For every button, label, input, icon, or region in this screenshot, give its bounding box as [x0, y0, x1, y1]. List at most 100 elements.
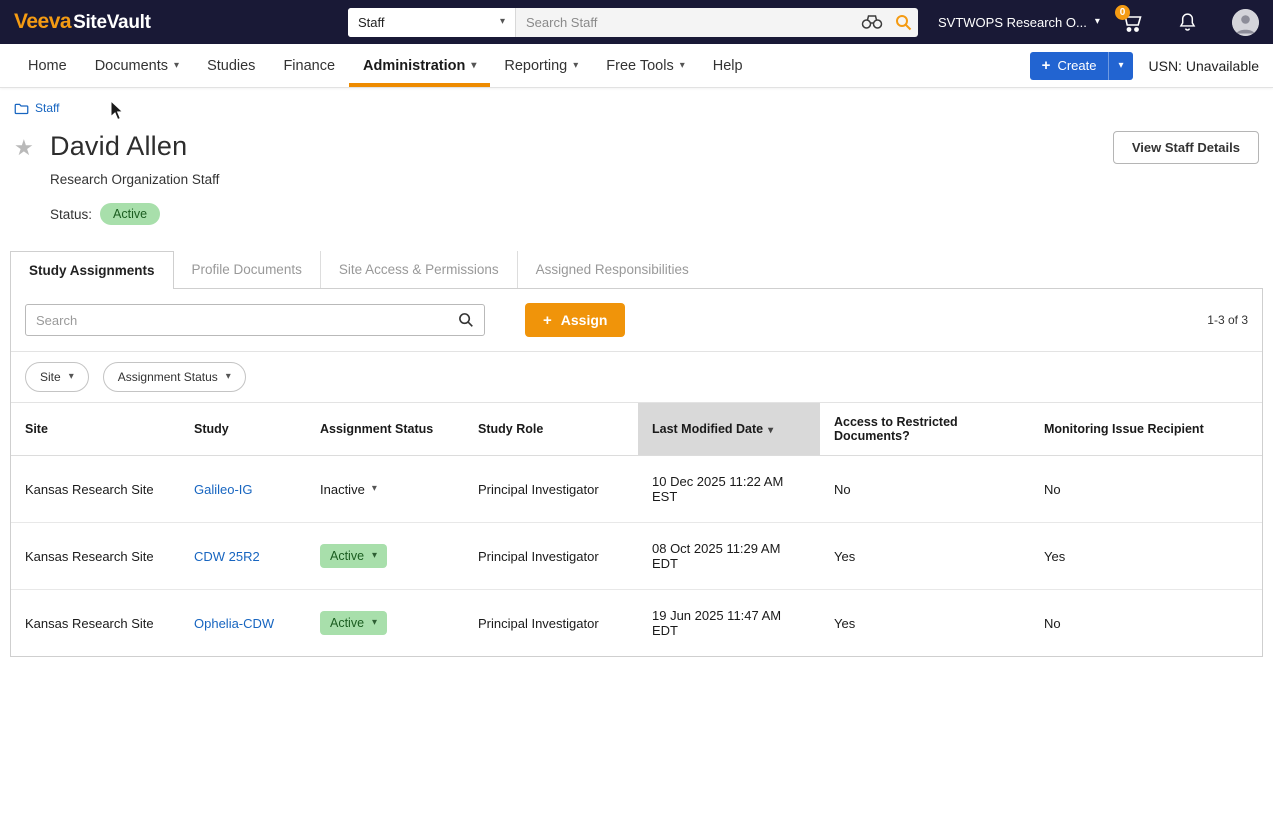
breadcrumb: Staff	[0, 88, 1273, 115]
nav-item-label: Home	[28, 58, 67, 74]
search-scope-value: Staff	[358, 15, 385, 30]
filter-site[interactable]: Site ▾	[25, 362, 89, 392]
column-header-study-role[interactable]: Study Role	[464, 403, 638, 456]
chevron-down-icon: ▾	[372, 618, 377, 628]
chevron-down-icon: ▾	[372, 484, 377, 494]
binoculars-icon[interactable]	[855, 14, 889, 30]
nav-item-reporting[interactable]: Reporting ▾	[490, 44, 592, 87]
cell-study-role: Principal Investigator	[464, 590, 638, 657]
status-dropdown[interactable]: Active ▾	[320, 611, 387, 635]
nav-item-help[interactable]: Help	[699, 44, 757, 87]
study-assignments-panel: + Assign 1-3 of 3 Site ▾ Assignment Stat…	[10, 288, 1263, 657]
column-header-assignment-status[interactable]: Assignment Status	[306, 403, 464, 456]
table-row: Kansas Research Site Ophelia-CDW Active …	[11, 590, 1262, 657]
nav-item-label: Documents	[95, 58, 168, 74]
study-link[interactable]: Ophelia-CDW	[194, 616, 274, 631]
main-nav: Home Documents ▾ Studies Finance Adminis…	[0, 44, 1273, 88]
page-header-text: David Allen Research Organization Staff	[50, 131, 219, 187]
tab-assigned-responsibilities[interactable]: Assigned Responsibilities	[517, 251, 707, 288]
status-badge: Active	[100, 203, 160, 225]
column-header-monitoring-issue[interactable]: Monitoring Issue Recipient	[1030, 403, 1262, 456]
cell-site: Kansas Research Site	[11, 523, 180, 590]
column-header-last-modified-date[interactable]: Last Modified Date▾	[638, 403, 820, 456]
view-staff-details-button[interactable]: View Staff Details	[1113, 131, 1259, 164]
cell-last-modified: 10 Dec 2025 11:22 AM EST	[638, 456, 820, 523]
global-search-input[interactable]	[516, 8, 855, 37]
study-link[interactable]: CDW 25R2	[194, 549, 260, 564]
org-selector[interactable]: SVTWOPS Research O... ▾	[938, 15, 1100, 30]
study-link[interactable]: Galileo-IG	[194, 482, 253, 497]
cart-count-badge: 0	[1115, 5, 1130, 20]
nav-item-label: Free Tools	[606, 58, 673, 74]
sitevault-logo-text: SiteVault	[73, 12, 151, 34]
sort-desc-icon: ▾	[768, 425, 773, 436]
filter-assignment-status-label: Assignment Status	[118, 370, 218, 384]
cell-site: Kansas Research Site	[11, 590, 180, 657]
cell-assignment-status: Inactive ▾	[306, 456, 464, 523]
nav-item-studies[interactable]: Studies	[193, 44, 269, 87]
search-icon[interactable]	[889, 14, 918, 31]
global-search-bar: Staff ▾	[348, 8, 918, 37]
cell-monitoring-issue: Yes	[1030, 523, 1262, 590]
assign-button[interactable]: + Assign	[525, 303, 625, 337]
usn-status: USN: Unavailable	[1149, 58, 1260, 74]
nav-item-finance[interactable]: Finance	[269, 44, 349, 87]
search-scope-select[interactable]: Staff ▾	[348, 8, 516, 37]
cell-last-modified: 08 Oct 2025 11:29 AM EDT	[638, 523, 820, 590]
page-title: David Allen	[50, 131, 219, 162]
cell-assignment-status: Active ▾	[306, 590, 464, 657]
column-header-access-restricted[interactable]: Access to Restricted Documents?	[820, 403, 1030, 456]
cell-monitoring-issue: No	[1030, 590, 1262, 657]
chevron-down-icon: ▾	[680, 61, 685, 71]
assignments-search-box	[25, 304, 485, 336]
user-avatar[interactable]	[1232, 9, 1259, 36]
column-header-study[interactable]: Study	[180, 403, 306, 456]
nav-item-home[interactable]: Home	[14, 44, 81, 87]
column-header-site[interactable]: Site	[11, 403, 180, 456]
tab-study-assignments[interactable]: Study Assignments	[10, 251, 174, 289]
chevron-down-icon: ▾	[500, 17, 505, 27]
nav-right-group: + Create ▾ USN: Unavailable	[1030, 44, 1259, 87]
filter-site-label: Site	[40, 370, 61, 384]
create-dropdown-button[interactable]: ▾	[1108, 52, 1132, 80]
cell-study: CDW 25R2	[180, 523, 306, 590]
create-split-button: + Create ▾	[1030, 52, 1133, 80]
chevron-down-icon: ▾	[573, 61, 578, 71]
folder-icon	[14, 102, 29, 115]
filter-assignment-status[interactable]: Assignment Status ▾	[103, 362, 246, 392]
cell-study: Galileo-IG	[180, 456, 306, 523]
cell-access-restricted: No	[820, 456, 1030, 523]
status-dropdown[interactable]: Active ▾	[320, 544, 387, 568]
star-favorite-icon[interactable]: ★	[14, 135, 40, 161]
cell-study: Ophelia-CDW	[180, 590, 306, 657]
create-button-label: Create	[1057, 58, 1096, 73]
notifications-bell-icon[interactable]	[1177, 11, 1198, 33]
nav-item-documents[interactable]: Documents ▾	[81, 44, 193, 87]
tab-profile-documents[interactable]: Profile Documents	[174, 251, 320, 288]
breadcrumb-staff-link[interactable]: Staff	[35, 101, 59, 115]
cell-study-role: Principal Investigator	[464, 523, 638, 590]
panel-toolbar: + Assign 1-3 of 3	[11, 289, 1262, 351]
cart-icon[interactable]: 0	[1119, 11, 1143, 33]
cell-assignment-status: Active ▾	[306, 523, 464, 590]
chevron-down-icon: ▾	[69, 372, 74, 382]
org-selector-value: SVTWOPS Research O...	[938, 15, 1087, 30]
chevron-down-icon: ▾	[471, 61, 476, 71]
chevron-down-icon: ▾	[174, 61, 179, 71]
top-bar: Veeva SiteVault Staff ▾ SVTWOPS Research…	[0, 0, 1273, 44]
search-icon[interactable]	[458, 312, 474, 328]
assign-button-label: Assign	[561, 312, 608, 328]
assignments-search-input[interactable]	[36, 313, 458, 328]
status-row: Status: Active	[50, 203, 1273, 225]
nav-item-free-tools[interactable]: Free Tools ▾	[592, 44, 698, 87]
nav-item-administration[interactable]: Administration ▾	[349, 44, 490, 87]
veeva-sitevault-logo[interactable]: Veeva SiteVault	[14, 10, 174, 34]
status-dropdown[interactable]: Inactive ▾	[320, 482, 377, 497]
pagination-label: 1-3 of 3	[1207, 313, 1248, 327]
assignments-table: Site Study Assignment Status Study Role …	[11, 403, 1262, 656]
nav-item-label: Studies	[207, 58, 255, 74]
table-row: Kansas Research Site Galileo-IG Inactive…	[11, 456, 1262, 523]
nav-item-label: Help	[713, 58, 743, 74]
tab-site-access-permissions[interactable]: Site Access & Permissions	[320, 251, 517, 288]
create-button[interactable]: + Create	[1030, 52, 1109, 80]
